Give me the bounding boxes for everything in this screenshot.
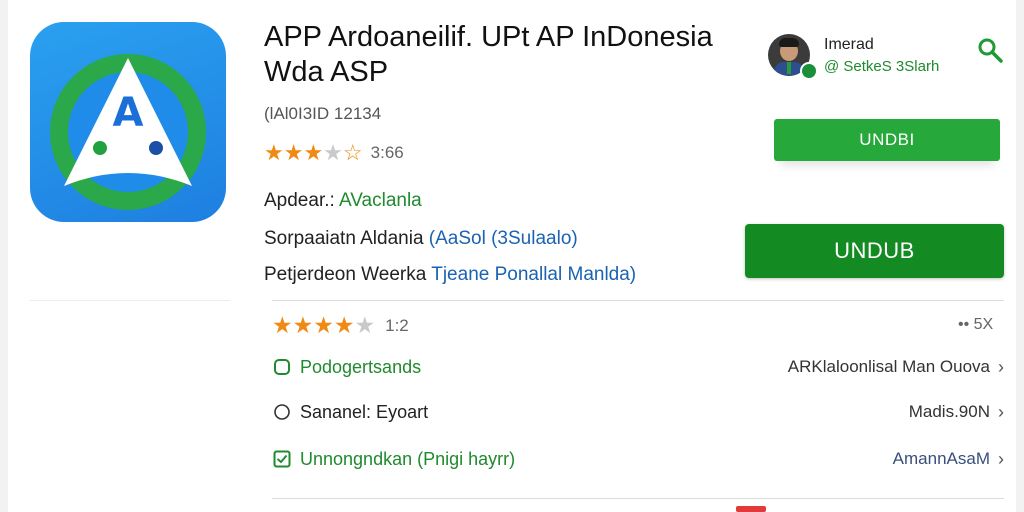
app-icon[interactable]: A — [30, 22, 226, 222]
checkbox-icon — [272, 449, 292, 469]
app-rating: ★★★★☆ 3:66 — [264, 140, 404, 166]
verified-badge-icon — [800, 62, 818, 80]
app-logo-graphic: A — [50, 54, 206, 210]
user-profile[interactable]: Imerad @ SetkeS 3Slarh — [768, 34, 940, 80]
profile-name: Imerad — [824, 35, 874, 53]
chevron-right-icon: › — [998, 448, 1004, 469]
circle-icon — [272, 402, 292, 422]
list-item-label: Unnongndkan (Pnigi hayrr) — [300, 448, 516, 469]
developer-link[interactable]: AVaclanla — [339, 190, 422, 211]
download-button[interactable]: UNDUB — [745, 224, 1004, 278]
list-item-value: ARKlaloonlisal Man Ouova — [787, 357, 990, 376]
list-item-label: Sananel: Eyoart — [300, 401, 429, 422]
list-item[interactable]: Podogertsands ARKlaloonlisal Man Ouova › — [272, 352, 1004, 382]
app-title-line2: Wda ASP — [264, 56, 389, 88]
support-line: Sorpaaiatn Aldania (AaSol (3Sulaalo) — [264, 228, 578, 250]
list-item-label: Podogertsands — [300, 356, 422, 377]
review-rating-value: 1:2 — [385, 315, 409, 335]
app-title-line1: APP Ardoaneilif. UPt AP InDonesia — [264, 21, 713, 53]
app-detail-page: A APP Ardoaneilif. UPt AP InDonesia Wda … — [8, 0, 1016, 512]
developer-label: Apdear.: — [264, 190, 340, 211]
app-title: APP Ardoaneilif. UPt AP InDonesia Wda AS… — [264, 20, 734, 90]
chevron-right-icon: › — [998, 401, 1004, 422]
review-rating: ★★★★★ 1:2 — [272, 312, 409, 339]
download-button-small[interactable]: UNDBI — [774, 119, 1000, 161]
list-item-value: AmannAsaM — [892, 449, 990, 468]
chevron-right-icon: › — [998, 356, 1004, 377]
support-label: Sorpaaiatn Aldania — [264, 228, 429, 249]
more-menu-button[interactable]: •• 5X — [958, 316, 993, 334]
category-line: Petjerdeon Weerka Tjeane Ponallal Manlda… — [264, 264, 636, 286]
support-link[interactable]: (AaSol (3Sulaalo) — [429, 228, 578, 249]
bottom-tab-indicator — [736, 506, 766, 512]
star-rating-icon: ★★★★☆ — [264, 140, 363, 165]
list-item[interactable]: Unnongndkan (Pnigi hayrr) AmannAsaM › — [272, 444, 1004, 474]
divider — [30, 300, 230, 301]
rating-value: 3:66 — [370, 143, 404, 162]
star-rating-icon: ★★★★★ — [272, 312, 376, 338]
divider — [272, 300, 1004, 301]
divider — [272, 498, 1004, 499]
app-id: (lAl0I3ID 12134 — [264, 104, 382, 123]
list-item-value: Madis.90N — [908, 402, 990, 421]
profile-subtitle: @ SetkeS 3Slarh — [824, 57, 940, 75]
list-item[interactable]: Sananel: Eyoart Madis.90N › — [272, 397, 1004, 427]
app-icon-letter: A — [113, 90, 144, 136]
developer-line: Apdear.: AVaclanla — [264, 190, 422, 212]
shield-icon — [272, 357, 292, 377]
search-icon[interactable] — [976, 36, 1004, 64]
category-link[interactable]: Tjeane Ponallal Manlda) — [431, 264, 636, 285]
category-label: Petjerdeon Weerka — [264, 264, 432, 285]
